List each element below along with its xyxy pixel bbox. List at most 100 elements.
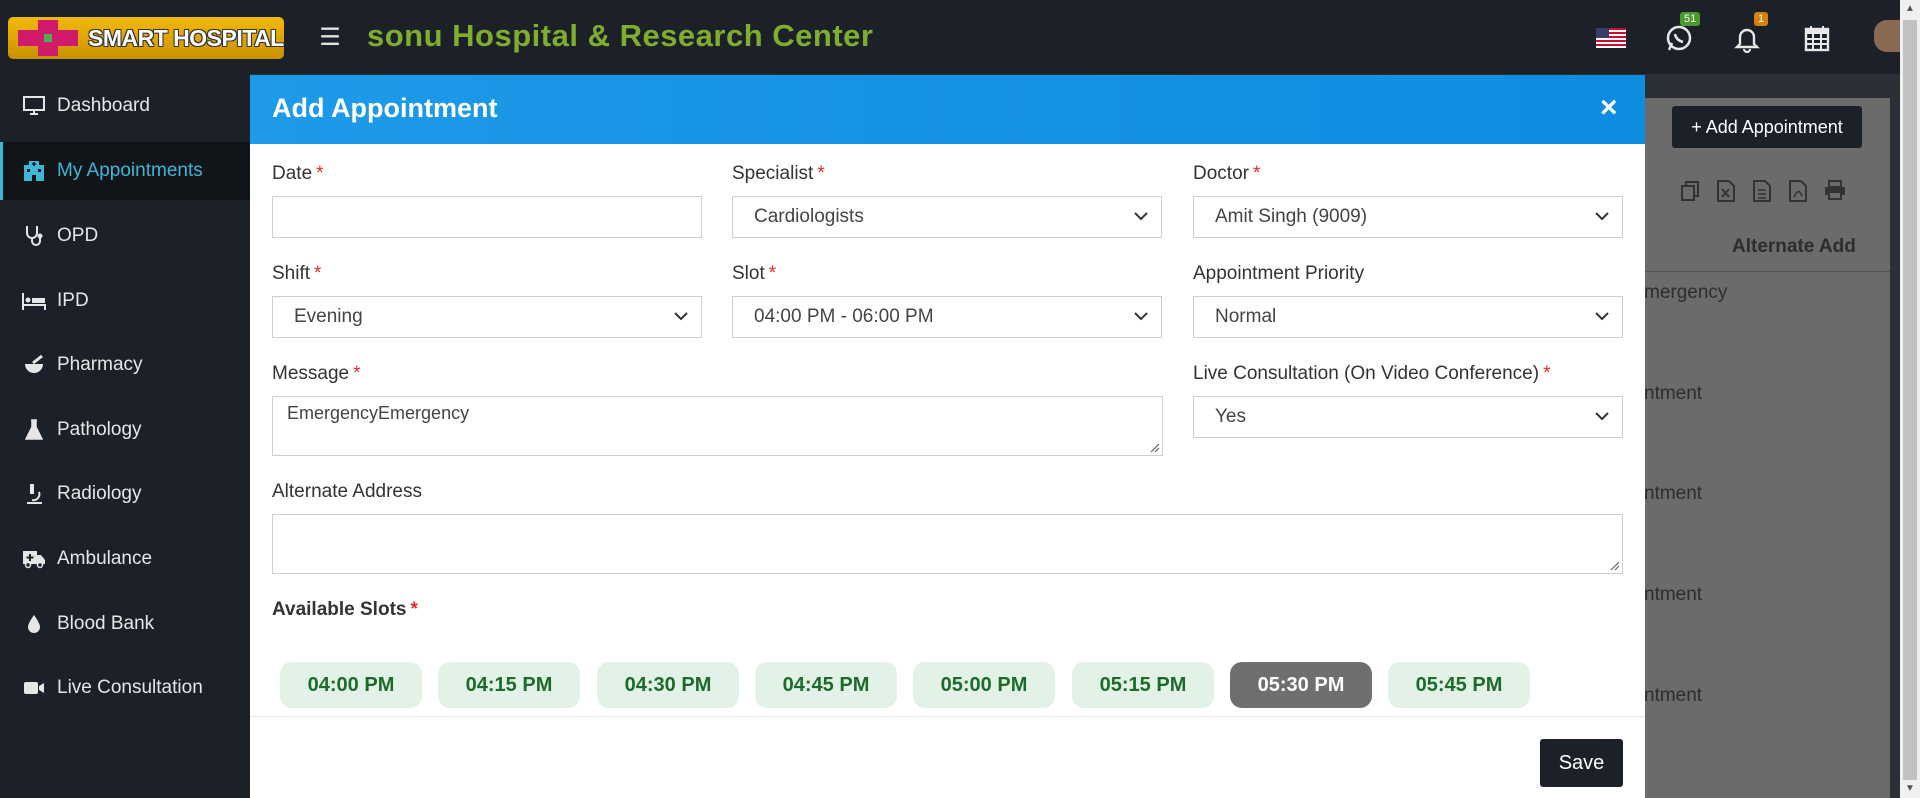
specialist-select[interactable]: Cardiologists (732, 196, 1162, 238)
chevron-down-icon (1595, 412, 1609, 421)
chevron-down-icon (674, 312, 688, 321)
top-navbar: SMART HOSPITAL ☰ sonu Hospital & Researc… (0, 0, 1900, 74)
add-appointment-modal: Add Appointment × Date * Specialist * Card… (250, 75, 1645, 798)
message-label: Message * (272, 363, 361, 384)
date-field[interactable] (272, 196, 702, 238)
sidebar-item-blood-bank[interactable]: Blood Bank (0, 595, 250, 653)
print-icon[interactable] (1824, 180, 1846, 204)
slot-button[interactable]: 04:00 PM (280, 662, 422, 708)
sidebar-item-ipd[interactable]: IPD (0, 272, 250, 330)
sidebar-item-label: Pharmacy (57, 354, 143, 375)
flask-icon (21, 419, 47, 441)
scrollbar-thumb[interactable] (1903, 20, 1917, 780)
resize-grip-icon (1610, 561, 1620, 571)
resize-grip-icon (1150, 443, 1160, 453)
table-cell: ntment (1644, 383, 1703, 404)
sidebar-item-my-appointments[interactable]: My Appointments (0, 142, 250, 200)
copy-icon[interactable] (1680, 180, 1702, 204)
us-flag-icon[interactable] (1596, 28, 1626, 48)
whatsapp-badge: 51 (1680, 12, 1701, 26)
ambulance-icon (21, 548, 47, 570)
medical-cross-icon (14, 20, 84, 56)
appointment-priority-label: Appointment Priority (1193, 263, 1365, 284)
chevron-down-icon (1595, 212, 1609, 221)
csv-icon[interactable] (1752, 180, 1774, 204)
sidebar-item-label: Radiology (57, 483, 142, 504)
slot-button-selected[interactable]: 05:30 PM (1230, 662, 1372, 708)
video-camera-icon (21, 677, 47, 699)
sidebar-item-radiology[interactable]: Radiology (0, 465, 250, 523)
live-consultation-select[interactable]: Yes (1193, 396, 1623, 438)
modal-title: Add Appointment (272, 93, 498, 123)
monitor-icon (21, 95, 47, 117)
menu-icon[interactable]: ☰ (316, 24, 344, 52)
stethoscope-icon (21, 225, 47, 247)
specialist-label: Specialist * (732, 163, 825, 184)
slot-button[interactable]: 05:00 PM (913, 662, 1055, 708)
sidebar-item-label: Pathology (57, 419, 142, 440)
doctor-select[interactable]: Amit Singh (9009) (1193, 196, 1623, 238)
avatar[interactable] (1874, 20, 1900, 52)
sidebar-item-label: Dashboard (57, 95, 150, 116)
smart-hospital-logo[interactable]: SMART HOSPITAL (8, 17, 284, 59)
slot-button[interactable]: 04:15 PM (438, 662, 580, 708)
modal-footer-divider (250, 716, 1645, 717)
sidebar-item-pathology[interactable]: Pathology (0, 401, 250, 459)
slot-button[interactable]: 05:45 PM (1388, 662, 1530, 708)
shift-label: Shift * (272, 263, 322, 284)
message-textarea[interactable]: EmergencyEmergency (272, 396, 1163, 456)
sidebar-item-label: Live Consultation (57, 677, 203, 698)
whatsapp-icon[interactable]: 51 (1664, 12, 1701, 56)
alternate-address-textarea[interactable] (272, 514, 1623, 574)
modal-header: Add Appointment × (250, 75, 1645, 144)
slot-button[interactable]: 05:15 PM (1072, 662, 1214, 708)
doctor-label: Doctor * (1193, 163, 1261, 184)
sidebar-item-label: My Appointments (57, 160, 203, 181)
mortar-pestle-icon (21, 354, 47, 376)
chevron-down-icon (1134, 312, 1148, 321)
table-cell: ntment (1644, 685, 1703, 706)
chevron-down-icon (1595, 312, 1609, 321)
scroll-down-arrow-icon[interactable]: ▼ (1900, 780, 1920, 798)
chevron-down-icon (1134, 212, 1148, 221)
blood-drop-icon (21, 613, 47, 635)
live-consultation-label: Live Consultation (On Video Conference) * (1193, 363, 1551, 384)
slot-select[interactable]: 04:00 PM - 06:00 PM (732, 296, 1162, 338)
slot-button[interactable]: 04:45 PM (755, 662, 897, 708)
bell-icon[interactable]: 1 (1732, 12, 1769, 56)
sidebar-item-label: OPD (57, 225, 99, 246)
microscope-icon (21, 483, 47, 505)
hospital-icon (21, 160, 47, 182)
add-appointment-button[interactable]: + Add Appointment (1672, 106, 1862, 148)
logo-text: SMART HOSPITAL (88, 25, 284, 51)
slot-button[interactable]: 04:30 PM (597, 662, 739, 708)
table-cell: ntment (1644, 483, 1703, 504)
shift-select[interactable]: Evening (272, 296, 702, 338)
sidebar-item-live-consultation[interactable]: Live Consultation (0, 659, 250, 717)
column-header-alternate-address: Alternate Add (1732, 236, 1856, 257)
save-button[interactable]: Save (1540, 739, 1623, 787)
sidebar-item-label: Blood Bank (57, 613, 155, 634)
slot-label: Slot * (732, 263, 777, 284)
date-label: Date * (272, 163, 324, 184)
sidebar: Dashboard My Appointments OPD IPD Pharma… (0, 74, 250, 798)
table-header-divider (1644, 271, 1890, 272)
excel-icon[interactable] (1716, 180, 1738, 204)
sidebar-item-dashboard[interactable]: Dashboard (0, 77, 250, 135)
sidebar-item-pharmacy[interactable]: Pharmacy (0, 336, 250, 394)
appointment-priority-select[interactable]: Normal (1193, 296, 1623, 338)
bed-icon (21, 290, 47, 312)
alternate-address-label: Alternate Address (272, 481, 422, 502)
sidebar-item-label: IPD (57, 290, 89, 311)
available-slots-label: Available Slots * (272, 599, 418, 620)
table-cell: ntment (1644, 584, 1703, 605)
sidebar-item-ambulance[interactable]: Ambulance (0, 530, 250, 588)
sidebar-item-opd[interactable]: OPD (0, 207, 250, 265)
scroll-up-arrow-icon[interactable]: ▲ (1900, 0, 1920, 18)
notification-badge: 1 (1754, 12, 1769, 26)
export-toolbar (1680, 180, 1860, 204)
pdf-icon[interactable] (1788, 180, 1810, 204)
table-cell: mergency (1644, 282, 1728, 303)
calendar-icon[interactable] (1802, 20, 1838, 56)
close-icon[interactable]: × (1600, 93, 1618, 123)
